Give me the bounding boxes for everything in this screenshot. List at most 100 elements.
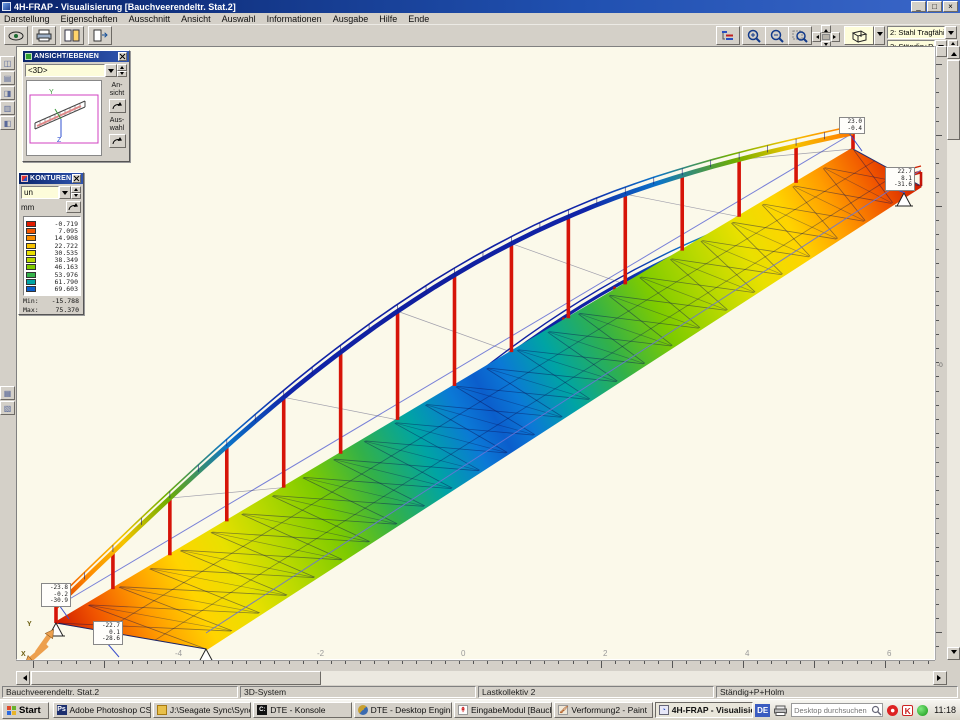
model-viewport[interactable]: 23.0 -0.4 22.7 8.1 -31.6 -23.8 -0.2 -30.… — [16, 46, 935, 660]
scroll-left-button[interactable] — [16, 671, 30, 685]
view-spin-down[interactable] — [117, 71, 127, 78]
view-mode-dropdown[interactable] — [105, 64, 117, 77]
zoom-window-button[interactable] — [788, 26, 812, 45]
menu-ansicht[interactable]: Ansicht — [181, 14, 211, 24]
preview-bridge-thumbnail — [27, 81, 101, 155]
horizontal-scroll-thumb[interactable] — [31, 671, 321, 685]
window-layout-icon — [64, 29, 80, 42]
strip-button-2[interactable]: ▤ — [0, 71, 15, 85]
vertical-scrollbar[interactable] — [947, 46, 960, 660]
minimize-button[interactable]: _ — [911, 1, 926, 12]
zoom-out-icon — [769, 29, 785, 43]
taskbar-item-paint[interactable]: 🖌Verformung2 - Paint — [554, 702, 652, 718]
tray-status-icon[interactable] — [917, 705, 928, 716]
taskbar-item-eingabemodul[interactable]: ↟EingabeModul [Bauchvee... — [454, 702, 552, 718]
strip-button-1[interactable]: ◫ — [0, 56, 15, 70]
menu-informationen[interactable]: Informationen — [267, 14, 322, 24]
scale-number: -2 — [317, 649, 324, 658]
start-button[interactable]: Start — [2, 702, 49, 719]
result-combo[interactable]: 2: Stahl Tragfähigkeit (Th. 2. O — [887, 26, 957, 39]
status-system: 3D-System — [240, 686, 476, 698]
desktop-search-box[interactable] — [791, 703, 883, 717]
view-eye-button[interactable] — [4, 26, 28, 45]
view-panel-title: ANSICHT/EBENEN — [34, 53, 118, 60]
menu-ausgabe[interactable]: Ausgabe — [333, 14, 369, 24]
strip-button-4[interactable]: ▥ — [0, 101, 15, 115]
zoom-out-button[interactable] — [765, 26, 789, 45]
auswahl-label: Aus- wahl — [105, 117, 129, 132]
menu-auswahl[interactable]: Auswahl — [222, 14, 256, 24]
pan-right-button[interactable] — [831, 32, 840, 42]
result-combo-dropdown[interactable] — [945, 26, 957, 39]
contour-apply-button[interactable] — [66, 201, 81, 213]
search-input[interactable] — [792, 706, 871, 715]
view-planes-panel: ANSICHT/EBENEN <3D> Y Z An- sich — [22, 50, 130, 162]
contour-spin-down[interactable] — [71, 193, 81, 200]
taskbar-item-console[interactable]: C:DTE - Konsole — [253, 702, 351, 718]
tray-k-icon[interactable]: K — [902, 705, 913, 716]
view-panel-titlebar[interactable]: ANSICHT/EBENEN — [23, 51, 129, 62]
contours-panel-close-icon[interactable] — [72, 174, 81, 183]
pan-center[interactable] — [822, 34, 830, 40]
min-label: Min: — [23, 297, 45, 305]
projection-dropdown-button[interactable] — [874, 26, 885, 45]
taskbar-item-explorer[interactable]: J:\Seagate Sync\SyncRe... — [153, 702, 251, 718]
axis-y-label: Y — [27, 621, 32, 628]
strip-button-3[interactable]: ◨ — [0, 86, 15, 100]
window-layout-button[interactable] — [60, 26, 84, 45]
printer-tray-icon[interactable] — [774, 705, 787, 716]
menu-ausschnitt[interactable]: Ausschnitt — [129, 14, 171, 24]
projection-box-button[interactable] — [844, 26, 874, 45]
print-button[interactable] — [32, 26, 56, 45]
search-icon — [871, 705, 882, 716]
scroll-down-button[interactable] — [947, 647, 960, 660]
taskbar-item-photoshop[interactable]: PsAdobe Photoshop CS3 E... — [53, 702, 151, 718]
contour-quantity-combo[interactable]: un — [21, 186, 59, 199]
axis-x-label: X — [21, 651, 26, 658]
menu-eigenschaften[interactable]: Eigenschaften — [61, 14, 118, 24]
taskbar-item-4hfrap-active[interactable]: ◔4H-FRAP - Visualisier... — [655, 702, 753, 718]
zoom-in-button[interactable] — [742, 26, 766, 45]
structure-tree-button[interactable] — [716, 26, 740, 45]
legend-swatch — [26, 221, 36, 227]
bridge-visualization — [17, 47, 936, 661]
language-indicator[interactable]: DE — [755, 704, 770, 717]
title-bar[interactable]: 4H-FRAP - Visualisierung [Bauchveerendel… — [0, 0, 960, 13]
zoom-in-icon — [746, 29, 762, 43]
window-title: 4H-FRAP - Visualisierung [Bauchveerendel… — [14, 2, 236, 12]
scroll-right-button[interactable] — [933, 671, 947, 685]
tray-antivirus-icon[interactable]: ● — [887, 705, 898, 716]
menu-ende[interactable]: Ende — [408, 14, 429, 24]
scroll-up-button[interactable] — [947, 46, 960, 59]
photoshop-icon: Ps — [57, 705, 67, 715]
view-preview[interactable]: Y Z — [26, 80, 102, 156]
auswahl-apply-button[interactable] — [109, 134, 126, 148]
ruler-corner-button[interactable] — [936, 46, 947, 57]
exit-button[interactable] — [88, 26, 112, 45]
close-button[interactable]: × — [943, 1, 958, 12]
restore-button[interactable]: □ — [927, 1, 942, 12]
strip-button-5[interactable]: ◧ — [0, 116, 15, 130]
system-tray: DE ● K 11:18 — [755, 703, 958, 717]
contours-panel: KONTUREN un mm -0.719 7.095 14.908 22.72… — [18, 172, 84, 315]
app-icon — [2, 2, 11, 11]
toolbar: 2: Stahl Tragfähigkeit (Th. 2. O 2: Stän… — [0, 25, 960, 46]
pan-left-button[interactable] — [812, 32, 821, 42]
contours-panel-titlebar[interactable]: KONTUREN — [19, 173, 83, 184]
pan-up-button[interactable] — [821, 25, 831, 33]
min-value: -15.788 — [45, 297, 79, 305]
horizontal-scrollbar[interactable] — [16, 671, 947, 685]
menu-hilfe[interactable]: Hilfe — [379, 14, 397, 24]
contours-panel-icon — [21, 175, 28, 182]
contour-quantity-dropdown[interactable] — [59, 186, 71, 199]
strip-button-7[interactable]: ▧ — [0, 401, 15, 415]
scale-number: 6 — [887, 649, 891, 658]
strip-button-6[interactable]: ▦ — [0, 386, 15, 400]
menu-darstellung[interactable]: Darstellung — [4, 14, 50, 24]
view-panel-close-icon[interactable] — [118, 52, 127, 61]
ansicht-apply-button[interactable] — [109, 99, 126, 113]
taskbar-item-dte[interactable]: DTE - Desktop Engineeri... — [354, 702, 452, 718]
eye-icon — [8, 30, 24, 42]
view-mode-combo[interactable]: <3D> — [25, 64, 105, 77]
vertical-scroll-thumb[interactable] — [947, 60, 960, 140]
